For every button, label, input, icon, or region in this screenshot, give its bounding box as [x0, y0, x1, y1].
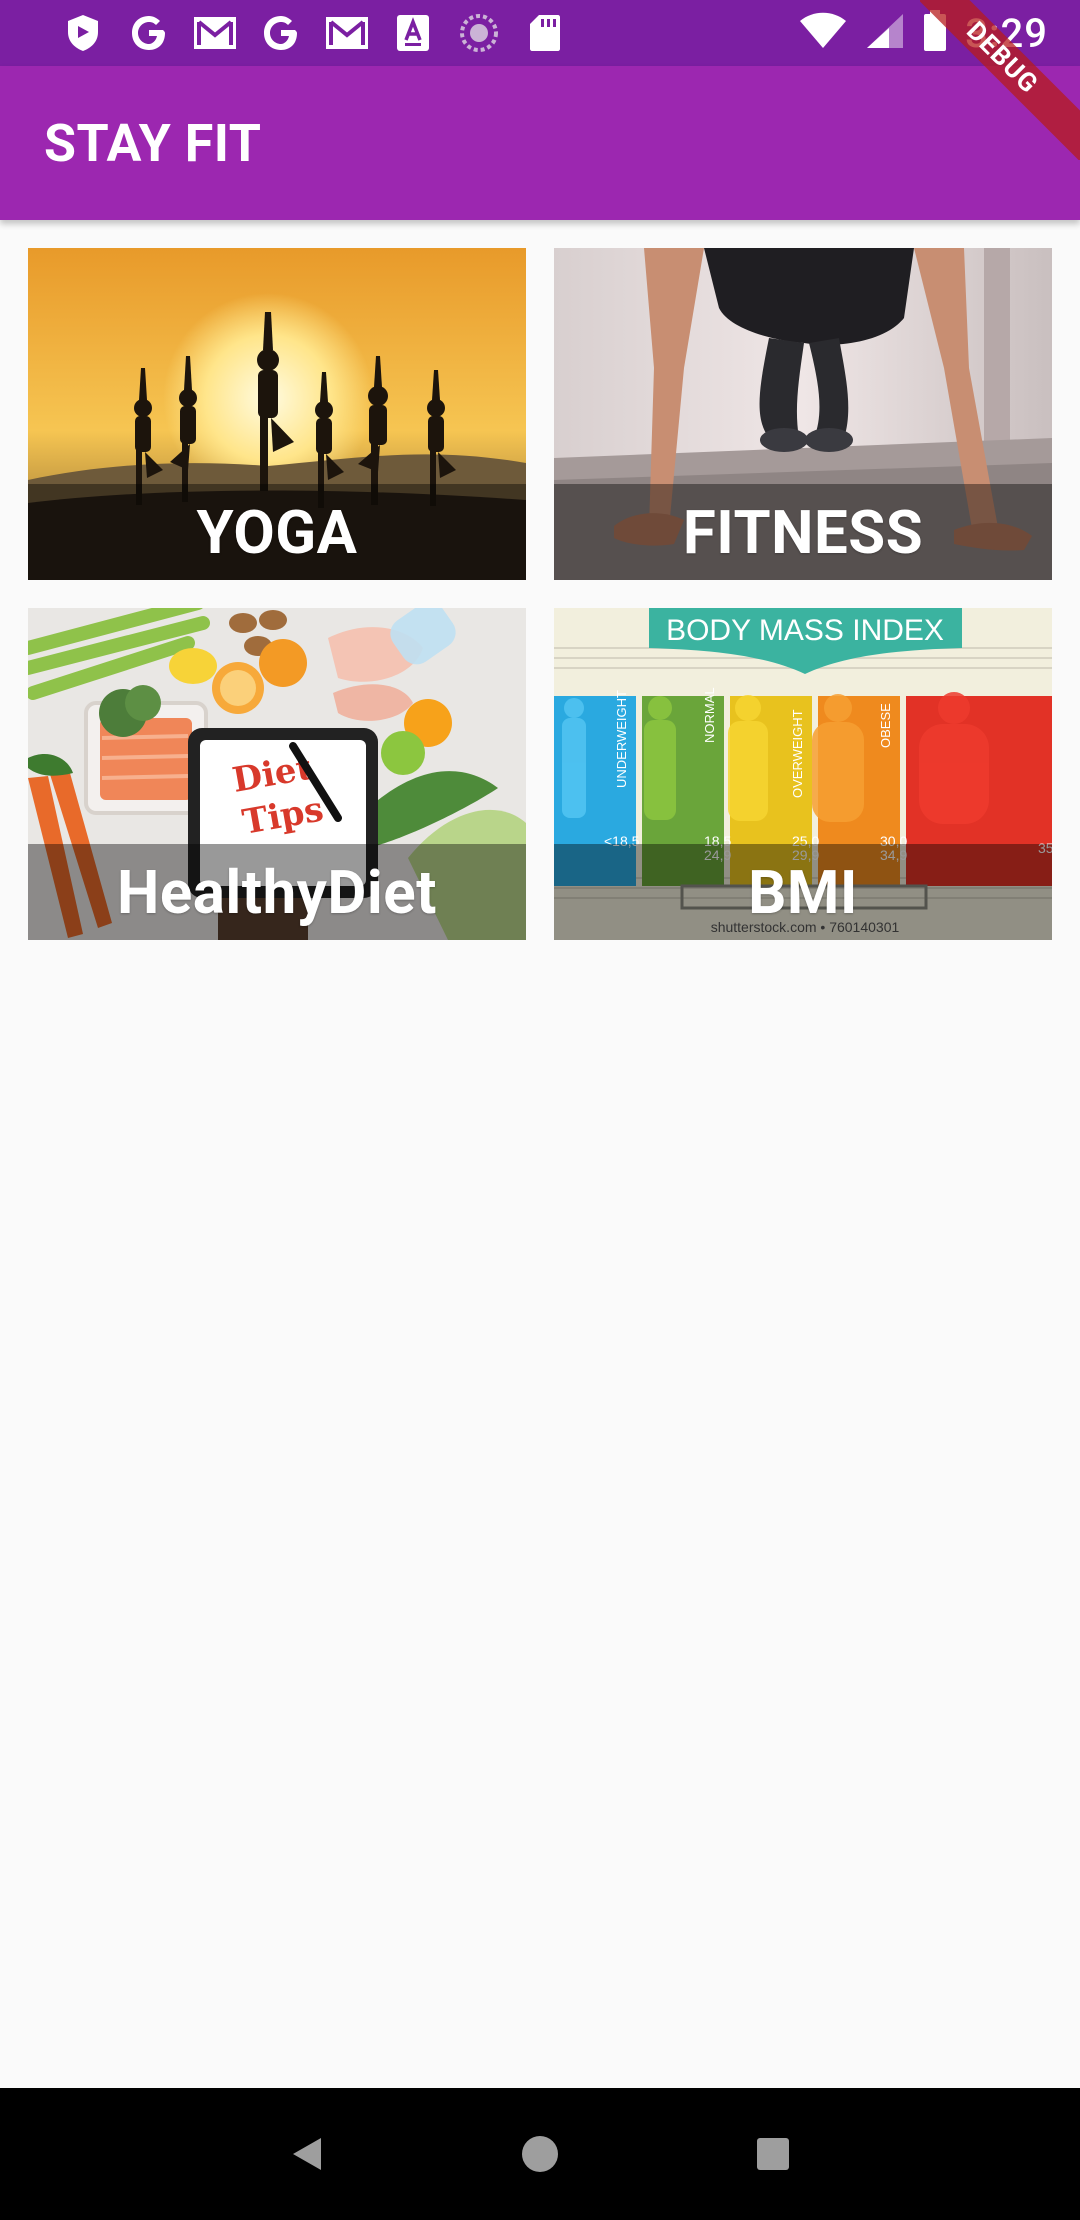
status-time: 3:29 [965, 9, 1048, 57]
tile-label: YOGA [196, 496, 358, 568]
gmail-icon [314, 0, 380, 66]
system-icons: 3:29 [799, 10, 1048, 57]
tile-caption-bar: HealthyDiet [28, 844, 526, 940]
notification-icons [50, 0, 578, 66]
tile-caption-bar: FITNESS [554, 484, 1052, 580]
app-title: STAY FIT [44, 112, 262, 174]
sync-icon [446, 0, 512, 66]
tile-bmi[interactable]: BODY MASS INDEX UNDERWEIGHT NORMAL OVERW… [554, 608, 1052, 940]
bmi-label-normal: NORMAL [702, 687, 717, 743]
home-icon[interactable] [495, 2109, 585, 2199]
font-app-icon [380, 0, 446, 66]
tile-fitness[interactable]: FITNESS [554, 248, 1052, 580]
google-icon [116, 0, 182, 66]
tile-healthy-diet[interactable]: Diet Tips HealthyDiet [28, 608, 526, 940]
tile-label: FITNESS [682, 496, 924, 568]
bmi-title: BODY MASS INDEX [666, 614, 944, 647]
status-bar: 3:29 [0, 0, 1080, 66]
bmi-label-overweight: OVERWEIGHT [790, 709, 805, 798]
tile-caption-bar: BMI [554, 844, 1052, 940]
tile-label: BMI [748, 856, 858, 928]
tile-label: HealthyDiet [117, 856, 437, 928]
bmi-label-underweight: UNDERWEIGHT [614, 690, 629, 788]
tile-yoga[interactable]: YOGA [28, 248, 526, 580]
back-icon[interactable] [262, 2109, 352, 2199]
shield-icon [50, 0, 116, 66]
google-icon [248, 0, 314, 66]
recents-icon[interactable] [728, 2109, 818, 2199]
gmail-icon [182, 0, 248, 66]
signal-icon [865, 12, 905, 54]
tile-caption-bar: YOGA [28, 484, 526, 580]
navigation-bar [0, 2088, 1080, 2220]
screen: 3:29 DEBUG STAY FIT YOGA FITNESS Diet Ti… [0, 0, 1080, 2220]
sd-card-icon [512, 0, 578, 66]
wifi-icon [799, 12, 847, 54]
app-bar: STAY FIT [0, 66, 1080, 220]
bmi-label-obese: OBESE [878, 703, 893, 748]
battery-icon [923, 10, 947, 56]
